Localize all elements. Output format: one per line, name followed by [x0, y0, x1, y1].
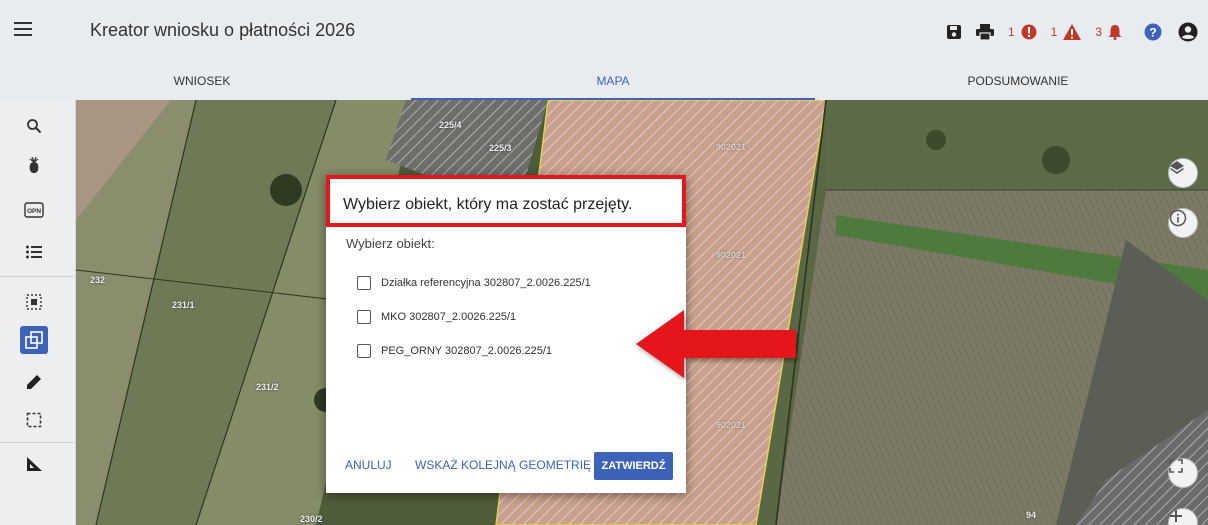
sidebar-divider	[0, 276, 76, 277]
error-icon[interactable]	[1021, 24, 1037, 40]
crop-icon[interactable]	[20, 152, 48, 180]
parcel-label: 94	[1026, 510, 1037, 520]
option-peg-orny[interactable]: PEG_ORNY 302807_2.0026.225/1	[357, 343, 552, 359]
app-title: Kreator wniosku o płatności 2026	[90, 20, 356, 40]
map-tools-sidebar: OPN	[0, 100, 76, 525]
help-icon[interactable]: ?	[1144, 23, 1162, 41]
option-mko[interactable]: MKO 302807_2.0026.225/1	[357, 309, 516, 325]
parcel-label: 231/2	[256, 382, 279, 392]
toolbar-icons: 1 1 3 ?	[946, 22, 1198, 42]
main-tabs: WNIOSEK MAPA PODSUMOWANIE	[0, 62, 1208, 100]
option-dzialka-referencyjna[interactable]: Działka referencyjna 302807_2.0026.225/1	[357, 275, 591, 291]
opn-icon[interactable]: OPN	[20, 196, 48, 224]
tab-podsumowanie[interactable]: PODSUMOWANIE	[816, 62, 1208, 100]
dashed-rectangle-icon[interactable]	[20, 406, 48, 434]
print-icon[interactable]	[975, 24, 994, 40]
svg-text:?: ?	[1149, 26, 1156, 40]
edit-pencil-icon[interactable]	[20, 368, 48, 396]
parcel-label: 225/4	[439, 120, 462, 130]
next-geometry-button[interactable]: WSKAŻ KOLEJNĄ GEOMETRIĘ	[415, 458, 591, 472]
list-icon[interactable]	[20, 238, 48, 266]
option-label: Działka referencyjna 302807_2.0026.225/1	[381, 277, 591, 289]
parcel-label: 231/1	[172, 300, 195, 310]
save-icon[interactable]	[946, 24, 962, 40]
parcel-label: 230/2	[300, 514, 323, 524]
fullscreen-icon[interactable]	[1168, 458, 1198, 488]
cancel-button[interactable]: ANULUJ	[345, 458, 392, 472]
user-account-icon[interactable]	[1178, 22, 1198, 42]
parcel-label: 902021	[716, 420, 747, 430]
confirm-button[interactable]: ZATWIERDŹ	[594, 452, 673, 480]
parcel-label: 232	[90, 275, 106, 285]
select-object-dialog: Wybierz obiekt, który ma zostać przejęty…	[326, 175, 686, 493]
hamburger-menu-icon[interactable]	[14, 22, 32, 38]
notification-bell-icon[interactable]	[1108, 24, 1122, 40]
measure-ruler-icon[interactable]	[20, 450, 48, 478]
checkbox[interactable]	[357, 276, 371, 290]
arrow-left-icon	[636, 308, 800, 385]
dialog-subtitle: Wybierz obiekt:	[346, 236, 435, 251]
dialog-title: Wybierz obiekt, który ma zostać przejęty…	[343, 196, 633, 213]
tab-wniosek[interactable]: WNIOSEK	[0, 62, 404, 100]
checkbox[interactable]	[357, 310, 371, 324]
sidebar-divider	[0, 442, 76, 443]
notifications-count: 3	[1095, 25, 1102, 39]
option-label: MKO 302807_2.0026.225/1	[381, 311, 517, 323]
parcel-label: 225/3	[489, 143, 512, 153]
top-bar: Kreator wniosku o płatności 2026 1 1 3 ?	[0, 0, 1208, 62]
warning-icon[interactable]	[1063, 24, 1082, 40]
tab-mapa[interactable]: MAPA	[411, 62, 815, 100]
errors-count: 1	[1007, 25, 1015, 39]
copy-geometry-icon[interactable]	[20, 326, 48, 354]
info-icon[interactable]	[1168, 208, 1198, 238]
svg-text:OPN: OPN	[27, 208, 41, 215]
select-area-icon[interactable]	[20, 288, 48, 316]
warnings-count: 1	[1050, 25, 1058, 39]
option-label: PEG_ORNY 302807_2.0026.225/1	[381, 345, 553, 357]
search-icon[interactable]	[20, 112, 48, 140]
parcel-label: 902021	[716, 250, 747, 260]
parcel-label: 902021	[716, 142, 747, 152]
checkbox[interactable]	[357, 344, 371, 358]
layers-icon[interactable]	[1168, 158, 1198, 188]
